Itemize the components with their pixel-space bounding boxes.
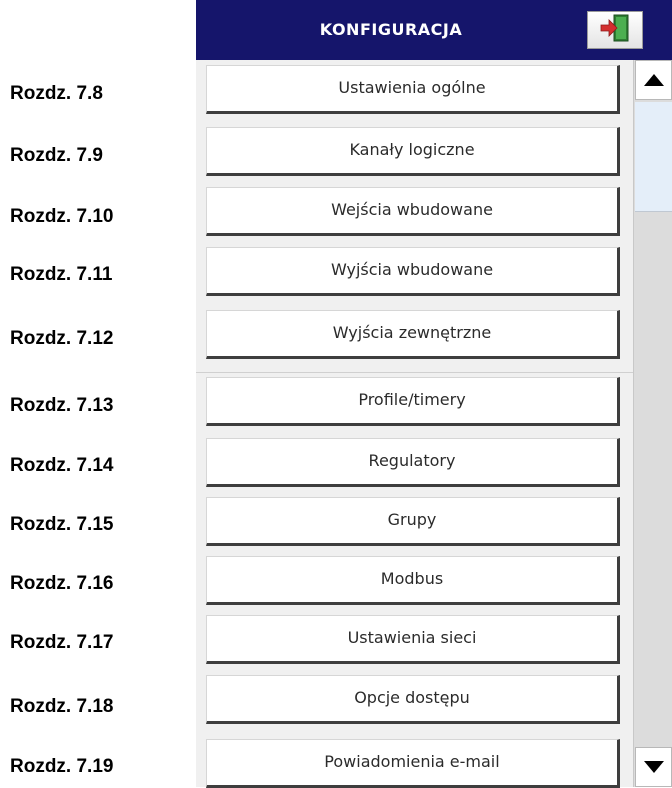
menu-button-modbus[interactable]: Modbus <box>206 556 620 605</box>
menu-button-logical-channels[interactable]: Kanały logiczne <box>206 127 620 176</box>
exit-button[interactable] <box>587 11 643 49</box>
menu-button-groups[interactable]: Grupy <box>206 497 620 546</box>
arrow-down-icon <box>643 758 664 777</box>
scrollbar[interactable] <box>633 60 672 787</box>
chapter-label: Rozdz. 7.19 <box>10 756 114 777</box>
chapter-label: Rozdz. 7.16 <box>10 573 114 594</box>
title-bar: KONFIGURACJA <box>196 0 672 60</box>
chapter-label: Rozdz. 7.13 <box>10 395 114 416</box>
menu-button-profiles-timers[interactable]: Profile/timery <box>206 377 620 426</box>
chapter-label: Rozdz. 7.10 <box>10 206 114 227</box>
chapter-label: Rozdz. 7.11 <box>10 264 113 285</box>
scroll-up-button[interactable] <box>635 60 672 100</box>
menu-list: Ustawienia ogólne Kanały logiczne Wejści… <box>196 60 633 788</box>
chapter-label: Rozdz. 7.14 <box>10 455 114 476</box>
config-screen: KONFIGURACJA Ustawienia ogólne Kanały lo… <box>196 0 672 788</box>
exit-door-icon <box>600 14 630 46</box>
chapter-label: Rozdz. 7.17 <box>10 632 114 653</box>
menu-button-general-settings[interactable]: Ustawienia ogólne <box>206 65 620 114</box>
page-title: KONFIGURACJA <box>319 20 463 39</box>
scroll-down-button[interactable] <box>635 747 672 787</box>
divider <box>196 372 672 373</box>
menu-button-network-settings[interactable]: Ustawienia sieci <box>206 615 620 664</box>
menu-button-email-notifications[interactable]: Powiadomienia e-mail <box>206 739 620 788</box>
chapter-label: Rozdz. 7.8 <box>10 83 103 104</box>
chapter-label: Rozdz. 7.12 <box>10 328 114 349</box>
menu-button-access-options[interactable]: Opcje dostępu <box>206 675 620 724</box>
menu-button-built-in-inputs[interactable]: Wejścia wbudowane <box>206 187 620 236</box>
menu-button-controllers[interactable]: Regulatory <box>206 438 620 487</box>
chapter-label: Rozdz. 7.9 <box>10 145 103 166</box>
scroll-thumb[interactable] <box>635 102 672 212</box>
menu-button-built-in-outputs[interactable]: Wyjścia wbudowane <box>206 247 620 296</box>
chapter-label: Rozdz. 7.15 <box>10 514 114 535</box>
chapter-references: Rozdz. 7.8 Rozdz. 7.9 Rozdz. 7.10 Rozdz.… <box>0 0 196 787</box>
menu-button-external-outputs[interactable]: Wyjścia zewnętrzne <box>206 310 620 359</box>
arrow-up-icon <box>643 71 664 90</box>
chapter-label: Rozdz. 7.18 <box>10 696 114 717</box>
